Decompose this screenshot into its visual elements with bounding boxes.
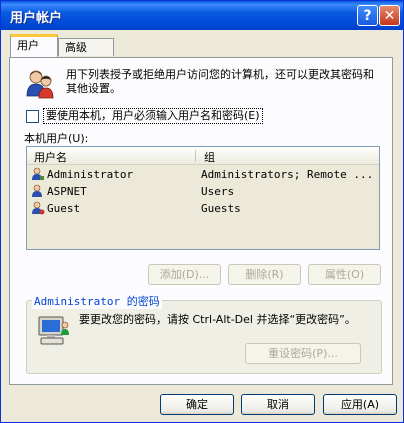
user-group: Users (201, 185, 235, 198)
column-divider[interactable] (195, 150, 196, 162)
users-list-label: 本机用户(U): (24, 132, 89, 145)
user-accounts-dialog: 用户帐户 ? ✕ 用户 高级 用下列表授予或拒绝用户访问您的计算机，还可以更改其… (0, 0, 404, 423)
user-name: Guest (47, 202, 81, 215)
table-row[interactable]: ASPNET Users (27, 183, 379, 200)
remove-user-button[interactable]: 删除(R) (228, 264, 301, 285)
help-icon: ? (363, 7, 372, 24)
computer-icon (38, 316, 69, 345)
close-button[interactable]: ✕ (379, 5, 400, 26)
user-name: Administrator (47, 168, 134, 181)
users-tab-panel: 用下列表授予或拒绝用户访问您的计算机，还可以更改其密码和其他设置。 要使用本机，… (9, 57, 393, 385)
tab-advanced[interactable]: 高级 (58, 38, 114, 56)
close-icon: ✕ (383, 7, 396, 24)
user-icon (32, 201, 45, 215)
add-user-button[interactable]: 添加(D)... (148, 264, 221, 285)
list-header: 用户名 组 (27, 147, 379, 165)
help-button[interactable]: ? (357, 5, 378, 26)
title-bar[interactable]: 用户帐户 ? ✕ (1, 1, 403, 30)
user-group: Guests (201, 202, 241, 215)
column-header-username[interactable]: 用户名 (34, 149, 67, 165)
window-title: 用户帐户 (10, 11, 63, 26)
cancel-button[interactable]: 取消 (241, 394, 315, 415)
properties-button[interactable]: 属性(O) (308, 264, 381, 285)
password-group-title: Administrator 的密码 (32, 293, 162, 309)
reset-password-button[interactable]: 重设密码(P)... (245, 343, 361, 364)
require-login-label[interactable]: 要使用本机，用户必须输入用户名和密码(E) (43, 108, 263, 124)
table-row[interactable]: Administrator Administrators; Remote ... (27, 166, 379, 183)
password-groupbox: 要更改您的密码，请按 Ctrl-Alt-Del 并选择“更改密码”。 重设密码(… (26, 300, 382, 374)
password-instructions: 要更改您的密码，请按 Ctrl-Alt-Del 并选择“更改密码”。 (79, 313, 356, 326)
ok-button[interactable]: 确定 (160, 394, 234, 415)
user-group: Administrators; Remote ... (201, 168, 374, 181)
apply-button[interactable]: 应用(A) (323, 394, 397, 415)
user-icon (32, 167, 44, 180)
column-header-group[interactable]: 组 (204, 149, 215, 165)
table-row[interactable]: Guest Guests (27, 200, 379, 217)
require-login-checkbox[interactable] (26, 110, 39, 123)
tab-users[interactable]: 用户 (10, 34, 58, 57)
user-icon (32, 184, 42, 197)
user-name: ASPNET (47, 185, 87, 198)
users-listview[interactable]: 用户名 组 Administrator Administrators; Remo… (26, 146, 380, 250)
users-icon (26, 70, 54, 99)
intro-text: 用下列表授予或拒绝用户访问您的计算机，还可以更改其密码和其他设置。 (66, 68, 374, 95)
